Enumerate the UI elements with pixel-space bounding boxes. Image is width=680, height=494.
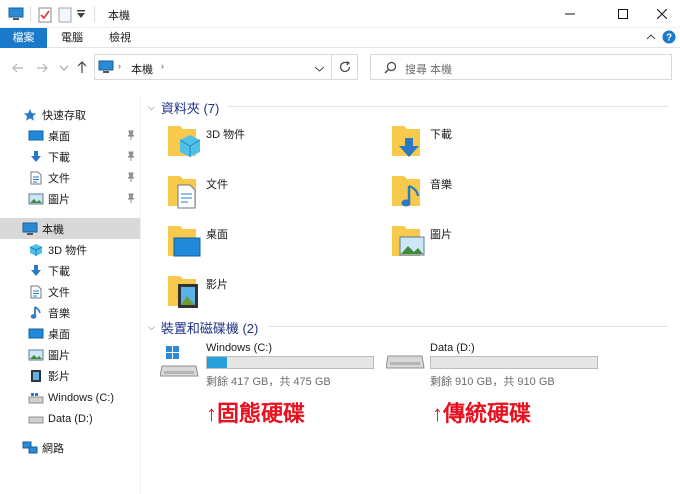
downloads-folder-icon <box>392 126 420 157</box>
expand-ribbon-icon[interactable] <box>646 32 656 44</box>
sidebar-item-videos[interactable]: 影片 <box>0 365 140 386</box>
address-dropdown-icon[interactable] <box>314 63 325 75</box>
folder-item-desktop[interactable]: 桌面 <box>166 222 228 260</box>
folder-item-music[interactable]: 音樂 <box>390 172 452 210</box>
folder-item-downloads[interactable]: 下載 <box>390 122 452 160</box>
pin-icon[interactable] <box>126 193 136 206</box>
3d-objects-folder-icon <box>168 126 201 157</box>
breadcrumb-separator-icon[interactable]: › <box>118 61 121 71</box>
sidebar-item-documents[interactable]: 文件 <box>0 167 140 188</box>
sidebar-item-this-pc[interactable]: 本機 <box>0 218 140 239</box>
hdd-annotation: ↑傳統硬碟 <box>432 401 532 426</box>
close-button[interactable] <box>640 0 680 28</box>
collapse-chevron-icon[interactable]: ⌵ <box>148 102 155 113</box>
window-title: 本機 <box>108 10 130 22</box>
computer-icon <box>22 221 38 237</box>
forward-arrow-icon[interactable] <box>34 60 50 76</box>
document-icon <box>28 284 44 300</box>
pictures-folder-icon <box>392 226 425 256</box>
recent-locations-dropdown-icon[interactable] <box>56 60 72 76</box>
music-note-icon <box>28 305 44 321</box>
content-pane: ⌵ 資料夾 (7) 3D 物件 下載 文件 音樂 桌面 圖片 影片 ⌵ 裝置和磁… <box>142 96 680 494</box>
pin-icon[interactable] <box>126 172 136 185</box>
drive-c-usage-bar <box>206 356 374 369</box>
folders-section-header[interactable]: ⌵ 資料夾 (7) <box>148 98 219 117</box>
refresh-icon[interactable] <box>338 60 352 77</box>
network-icon <box>22 440 38 456</box>
drive-icon <box>28 411 44 427</box>
documents-folder-icon <box>168 176 196 209</box>
collapse-chevron-icon[interactable]: ⌵ <box>148 322 155 333</box>
drive-item-d[interactable]: Data (D:) 剩餘 910 GB，共 910 GB <box>386 342 606 388</box>
document-icon <box>28 170 44 186</box>
pin-icon[interactable] <box>126 151 136 164</box>
sidebar-item-desktop[interactable]: 桌面 <box>0 125 140 146</box>
cube-icon <box>28 242 44 258</box>
tab-file[interactable]: 檔案 <box>0 28 47 48</box>
drive-item-c[interactable]: Windows (C:) 剩餘 417 GB，共 475 GB <box>160 342 380 388</box>
computer-icon[interactable] <box>8 7 24 24</box>
download-arrow-icon <box>28 149 44 165</box>
quick-access-dropdown-icon[interactable] <box>76 9 86 22</box>
new-folder-icon[interactable] <box>58 7 72 26</box>
system-drive-icon <box>28 390 44 406</box>
minimize-button[interactable] <box>548 0 592 28</box>
desktop-icon <box>28 128 44 144</box>
pin-icon[interactable] <box>126 130 136 143</box>
svg-text:?: ? <box>666 32 672 43</box>
windows-drive-icon <box>160 346 199 377</box>
ribbon-tabs: 檔案 電腦 檢視 ? <box>0 28 680 48</box>
sidebar-item-pc-downloads[interactable]: 下載 <box>0 260 140 281</box>
maximize-button[interactable] <box>601 0 645 28</box>
sidebar-item-pc-desktop[interactable]: 桌面 <box>0 323 140 344</box>
sidebar-item-music[interactable]: 音樂 <box>0 302 140 323</box>
tab-computer[interactable]: 電腦 <box>52 28 92 48</box>
back-arrow-icon[interactable] <box>10 60 26 76</box>
sidebar-item-drive-d[interactable]: Data (D:) <box>0 408 140 429</box>
up-arrow-icon[interactable] <box>74 59 90 75</box>
sidebar-item-network[interactable]: 網路 <box>0 437 140 458</box>
star-icon <box>22 107 38 123</box>
search-box[interactable]: 搜尋 本機 <box>370 54 672 80</box>
sidebar-item-3d-objects[interactable]: 3D 物件 <box>0 239 140 260</box>
sidebar-item-pictures[interactable]: 圖片 <box>0 188 140 209</box>
sidebar-item-drive-c[interactable]: Windows (C:) <box>0 387 140 408</box>
hard-drive-icon <box>386 355 425 369</box>
videos-folder-icon <box>168 276 198 308</box>
search-icon <box>384 61 397 77</box>
title-bar: 本機 <box>0 0 680 28</box>
drives-section-header[interactable]: ⌵ 裝置和磁碟機 (2) <box>148 318 258 337</box>
properties-icon[interactable] <box>38 7 52 26</box>
navigation-pane: 快速存取 桌面 下載 文件 圖片 本機 3D 物件 下載 文件 音樂 桌面 圖片… <box>0 96 141 494</box>
tab-view[interactable]: 檢視 <box>100 28 140 48</box>
sidebar-item-quick-access[interactable]: 快速存取 <box>0 104 140 125</box>
picture-icon <box>28 191 44 207</box>
search-placeholder: 搜尋 本機 <box>405 64 453 76</box>
folder-item-documents[interactable]: 文件 <box>166 172 228 210</box>
film-icon <box>28 368 44 384</box>
desktop-folder-icon <box>168 226 201 257</box>
desktop-icon <box>28 326 44 342</box>
this-pc-address-icon <box>98 60 114 77</box>
sidebar-item-pc-documents[interactable]: 文件 <box>0 281 140 302</box>
folder-item-videos[interactable]: 影片 <box>166 272 228 310</box>
folder-item-3d-objects[interactable]: 3D 物件 <box>166 122 245 160</box>
ssd-annotation: ↑固態硬碟 <box>206 401 306 426</box>
download-arrow-icon <box>28 263 44 279</box>
sidebar-item-pc-pictures[interactable]: 圖片 <box>0 344 140 365</box>
help-icon[interactable]: ? <box>662 30 676 47</box>
folder-item-pictures[interactable]: 圖片 <box>390 222 452 260</box>
sidebar-item-downloads[interactable]: 下載 <box>0 146 140 167</box>
music-folder-icon <box>392 176 420 207</box>
address-bar[interactable]: › 本機 › <box>94 54 358 80</box>
breadcrumb-this-pc[interactable]: 本機 <box>131 61 153 77</box>
picture-icon <box>28 347 44 363</box>
breadcrumb-chevron-icon[interactable]: › <box>161 61 164 71</box>
drive-d-usage-bar <box>430 356 598 369</box>
